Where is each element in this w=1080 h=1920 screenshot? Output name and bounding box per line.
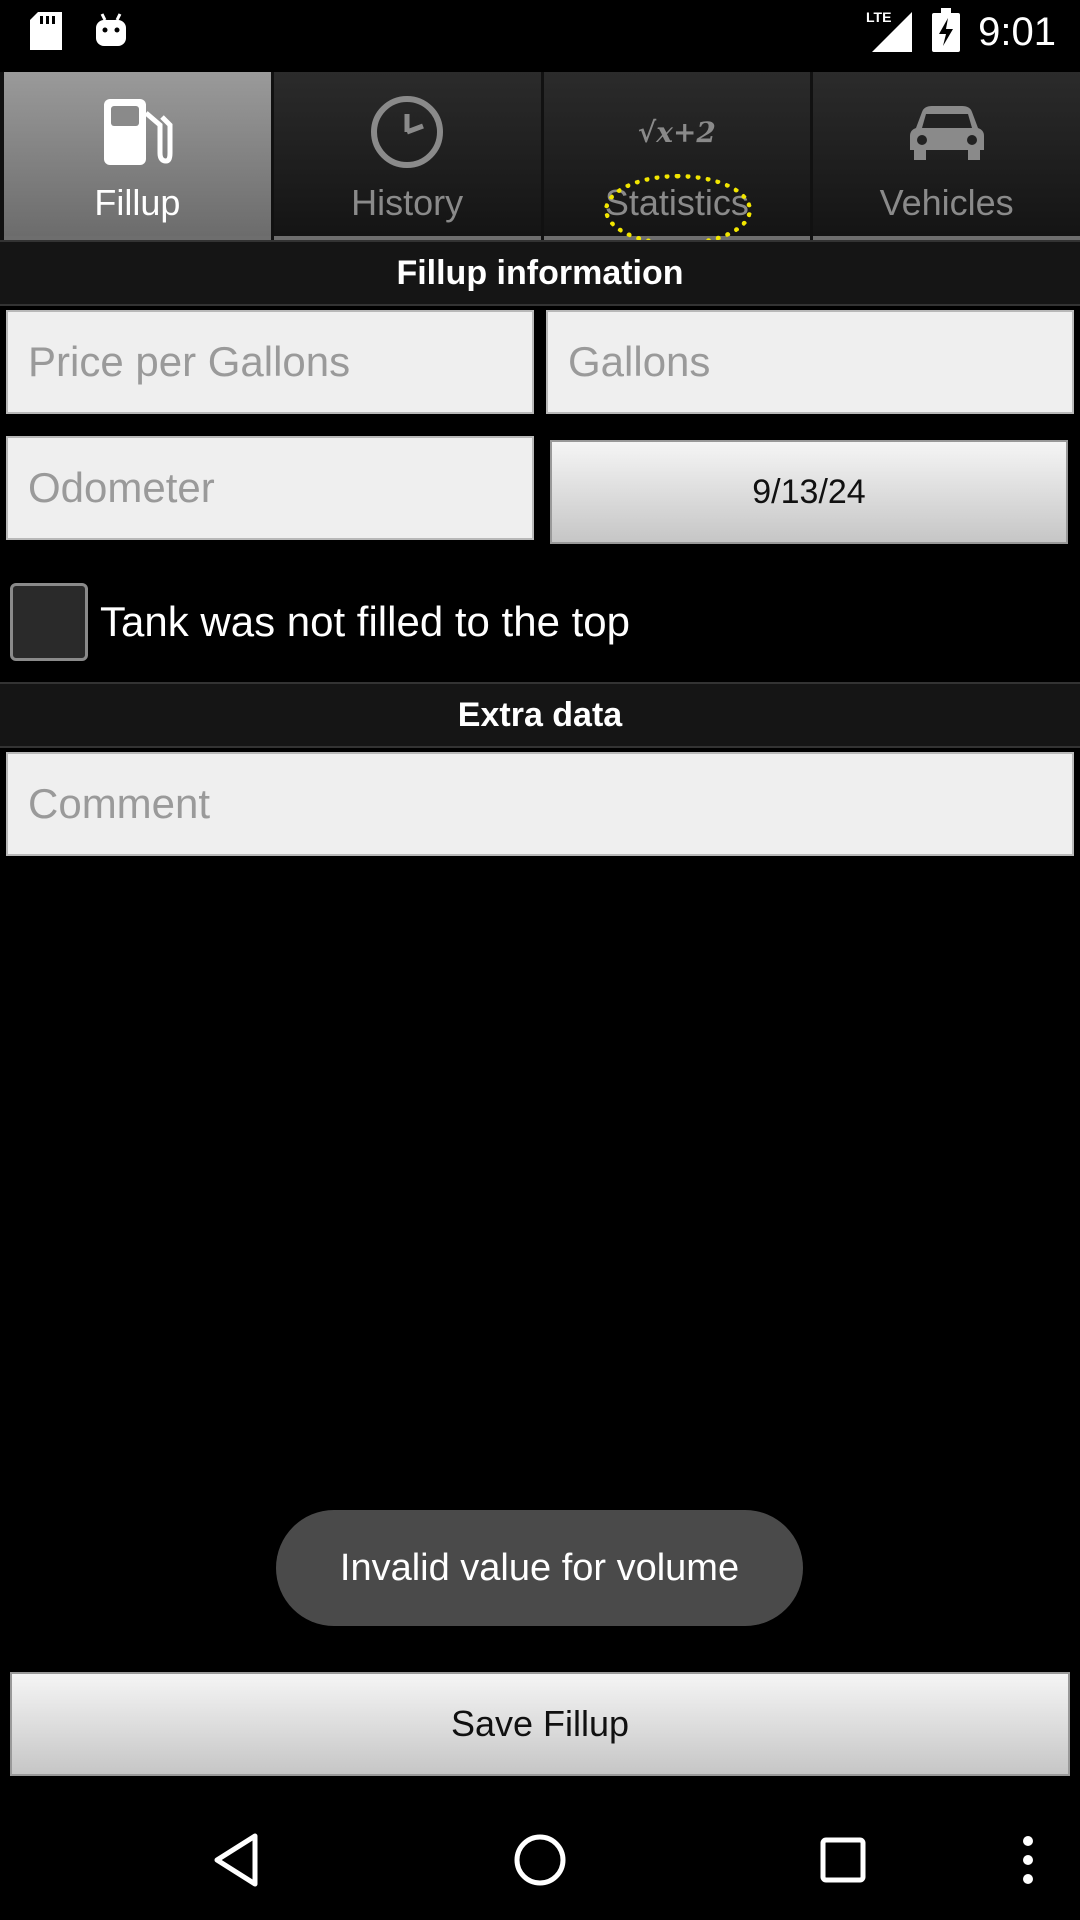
partial-fill-label: Tank was not filled to the top [100, 598, 630, 645]
home-icon[interactable] [500, 1820, 580, 1900]
toast-message: Invalid value for volume [276, 1510, 803, 1626]
tab-statistics[interactable]: √x+2 Statistics [543, 72, 811, 246]
android-icon [94, 12, 128, 55]
sqrt-x-plus-2-icon: √x+2 [638, 92, 716, 172]
sd-card-icon [30, 12, 62, 55]
overflow-menu-icon[interactable] [988, 1820, 1068, 1900]
svg-text:LTE: LTE [866, 9, 891, 25]
back-icon[interactable] [196, 1820, 276, 1900]
car-icon [908, 92, 986, 172]
tab-label: History [351, 182, 464, 223]
section-header-fillup: Fillup information [0, 240, 1080, 306]
statistics-icon-text: √x+2 [637, 115, 716, 149]
tab-vehicles[interactable]: Vehicles [813, 72, 1080, 240]
partial-fill-row[interactable]: Tank was not filled to the top [10, 582, 630, 662]
partial-fill-checkbox[interactable] [10, 583, 88, 661]
tab-fillup[interactable]: Fillup [4, 72, 271, 240]
price-per-gallon-input[interactable]: Price per Gallons [6, 310, 534, 414]
tab-history[interactable]: History [273, 72, 541, 240]
tab-label: Fillup [94, 182, 181, 223]
tab-label: Vehicles [879, 182, 1014, 223]
battery-charging-icon [932, 8, 961, 57]
clock-icon [369, 92, 445, 172]
tap-highlight-marker [603, 174, 752, 246]
lte-signal-icon: LTE [866, 8, 914, 57]
odometer-input[interactable]: Odometer [6, 436, 534, 540]
gallons-input[interactable]: Gallons [546, 310, 1074, 414]
status-bar: LTE 9:01 [0, 0, 1080, 72]
recents-icon[interactable] [803, 1820, 883, 1900]
tab-bar: Fillup History √x+2 Statistics Vehicles [0, 72, 1080, 246]
section-header-extra: Extra data [0, 682, 1080, 748]
clock: 9:01 [978, 10, 1056, 54]
comment-input[interactable]: Comment [6, 752, 1074, 856]
date-picker-button[interactable]: 9/13/24 [550, 440, 1068, 544]
save-fillup-button[interactable]: Save Fillup [10, 1672, 1070, 1776]
fuel-pump-icon [100, 92, 174, 172]
navigation-bar [0, 1780, 1080, 1920]
